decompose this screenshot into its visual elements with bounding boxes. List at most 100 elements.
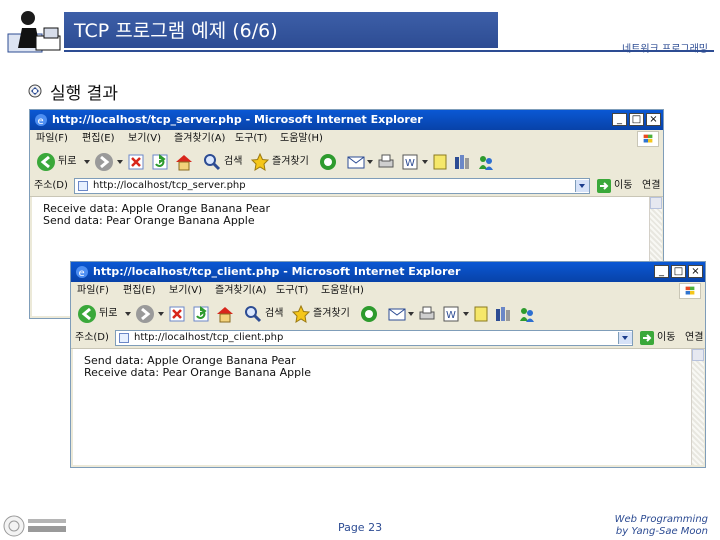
menu-view[interactable]: 보기(V) xyxy=(128,130,161,148)
menu-edit[interactable]: 편집(E) xyxy=(123,282,156,300)
home-icon[interactable] xyxy=(174,152,194,172)
go-label[interactable]: 이동 xyxy=(657,328,675,348)
go-label[interactable]: 이동 xyxy=(614,176,632,196)
links-label[interactable]: 연결 xyxy=(685,328,703,348)
mail-icon[interactable] xyxy=(346,152,366,172)
edit-dropdown-icon[interactable] xyxy=(422,160,428,164)
menu-help[interactable]: 도움말(H) xyxy=(321,282,364,300)
page-icon xyxy=(119,333,129,343)
menu-bar: 파일(F) 편집(E) 보기(V) 즐겨찾기(A) 도구(T) 도움말(H) xyxy=(30,130,663,149)
mail-icon[interactable] xyxy=(387,304,407,324)
address-dropdown-icon[interactable] xyxy=(575,180,589,192)
address-bar: 주소(D) http://localhost/tcp_server.php 이동… xyxy=(30,176,663,197)
discuss-icon[interactable] xyxy=(430,152,450,172)
search-icon[interactable] xyxy=(243,304,263,324)
menu-view[interactable]: 보기(V) xyxy=(169,282,202,300)
back-icon[interactable] xyxy=(77,304,97,324)
page-icon xyxy=(78,181,88,191)
menu-bar: 파일(F) 편집(E) 보기(V) 즐겨찾기(A) 도구(T) 도움말(H) xyxy=(71,282,705,301)
close-button[interactable]: × xyxy=(688,265,703,278)
search-label[interactable]: 검색 xyxy=(224,148,242,176)
page-content: Send data: Apple Orange Banana Pear Rece… xyxy=(73,349,691,465)
print-icon[interactable] xyxy=(376,152,396,172)
address-label: 주소(D) xyxy=(34,180,68,191)
maximize-button[interactable]: □ xyxy=(671,265,686,278)
messenger-icon[interactable] xyxy=(476,152,496,172)
stop-icon[interactable] xyxy=(126,152,146,172)
go-arrow-icon[interactable] xyxy=(639,330,655,346)
forward-dropdown-icon[interactable] xyxy=(158,312,164,316)
svg-text:W: W xyxy=(446,310,456,321)
address-input[interactable]: http://localhost/tcp_server.php xyxy=(74,178,590,194)
windows-logo-icon xyxy=(679,283,701,299)
forward-icon[interactable] xyxy=(94,152,114,172)
address-value[interactable]: http://localhost/tcp_server.php xyxy=(93,179,246,193)
minimize-button[interactable]: _ xyxy=(612,113,627,126)
back-label[interactable]: 뒤로 xyxy=(58,148,76,176)
ie-logo-icon: e xyxy=(76,266,88,279)
credit-line-1: Web Programming xyxy=(614,514,708,525)
search-label[interactable]: 검색 xyxy=(265,300,283,328)
messenger-icon[interactable] xyxy=(517,304,537,324)
window-title: http://localhost/tcp_server.php - Micros… xyxy=(52,113,423,126)
close-button[interactable]: × xyxy=(646,113,661,126)
forward-dropdown-icon[interactable] xyxy=(117,160,123,164)
favorites-star-icon[interactable] xyxy=(250,152,270,172)
window-title: http://localhost/tcp_client.php - Micros… xyxy=(93,265,461,278)
maximize-button[interactable]: □ xyxy=(629,113,644,126)
forward-icon[interactable] xyxy=(135,304,155,324)
toolbar: 뒤로 검색 즐겨찾기 W xyxy=(71,300,705,329)
favorites-label[interactable]: 즐겨찾기 xyxy=(272,148,309,176)
search-icon[interactable] xyxy=(202,152,222,172)
university-logo-icon xyxy=(3,515,66,537)
content-line-2: Send data: Pear Orange Banana Apple xyxy=(43,214,255,227)
menu-tools[interactable]: 도구(T) xyxy=(276,282,308,300)
back-dropdown-icon[interactable] xyxy=(125,312,131,316)
refresh-icon[interactable] xyxy=(150,152,170,172)
edit-icon[interactable]: W xyxy=(441,304,461,324)
ie-window-client[interactable]: e http://localhost/tcp_client.php - Micr… xyxy=(70,261,706,468)
window-titlebar[interactable]: e http://localhost/tcp_server.php - Micr… xyxy=(30,110,663,130)
print-icon[interactable] xyxy=(417,304,437,324)
menu-favorites[interactable]: 즐겨찾기(A) xyxy=(215,282,266,300)
links-label[interactable]: 연결 xyxy=(642,176,660,196)
menu-edit[interactable]: 편집(E) xyxy=(82,130,115,148)
menu-file[interactable]: 파일(F) xyxy=(77,282,109,300)
menu-help[interactable]: 도움말(H) xyxy=(280,130,323,148)
back-icon[interactable] xyxy=(36,152,56,172)
minimize-button[interactable]: _ xyxy=(654,265,669,278)
svg-text:W: W xyxy=(405,158,415,169)
edit-dropdown-icon[interactable] xyxy=(463,312,469,316)
media-icon[interactable] xyxy=(318,152,338,172)
scroll-up-icon[interactable] xyxy=(692,349,704,361)
ie-logo-icon: e xyxy=(35,114,47,127)
favorites-star-icon[interactable] xyxy=(291,304,311,324)
favorites-label[interactable]: 즐겨찾기 xyxy=(313,300,350,328)
back-label[interactable]: 뒤로 xyxy=(99,300,117,328)
address-label: 주소(D) xyxy=(75,332,109,343)
address-dropdown-icon[interactable] xyxy=(618,332,632,344)
content-line-2: Receive data: Pear Orange Banana Apple xyxy=(84,366,311,379)
toolbar: 뒤로 검색 즐겨찾기 W xyxy=(30,148,663,177)
menu-file[interactable]: 파일(F) xyxy=(36,130,68,148)
stop-icon[interactable] xyxy=(167,304,187,324)
research-icon[interactable] xyxy=(493,304,513,324)
research-icon[interactable] xyxy=(452,152,472,172)
window-titlebar[interactable]: e http://localhost/tcp_client.php - Micr… xyxy=(71,262,705,282)
scroll-up-icon[interactable] xyxy=(650,197,662,209)
refresh-icon[interactable] xyxy=(191,304,211,324)
menu-tools[interactable]: 도구(T) xyxy=(235,130,267,148)
address-value[interactable]: http://localhost/tcp_client.php xyxy=(134,331,283,345)
discuss-icon[interactable] xyxy=(471,304,491,324)
menu-favorites[interactable]: 즐겨찾기(A) xyxy=(174,130,225,148)
slide-title: TCP 프로그램 예제 (6/6) xyxy=(74,20,278,42)
back-dropdown-icon[interactable] xyxy=(84,160,90,164)
home-icon[interactable] xyxy=(215,304,235,324)
edit-icon[interactable]: W xyxy=(400,152,420,172)
go-arrow-icon[interactable] xyxy=(596,178,612,194)
vertical-scrollbar[interactable] xyxy=(691,349,704,465)
mail-dropdown-icon[interactable] xyxy=(367,160,373,164)
address-input[interactable]: http://localhost/tcp_client.php xyxy=(115,330,633,346)
media-icon[interactable] xyxy=(359,304,379,324)
mail-dropdown-icon[interactable] xyxy=(408,312,414,316)
